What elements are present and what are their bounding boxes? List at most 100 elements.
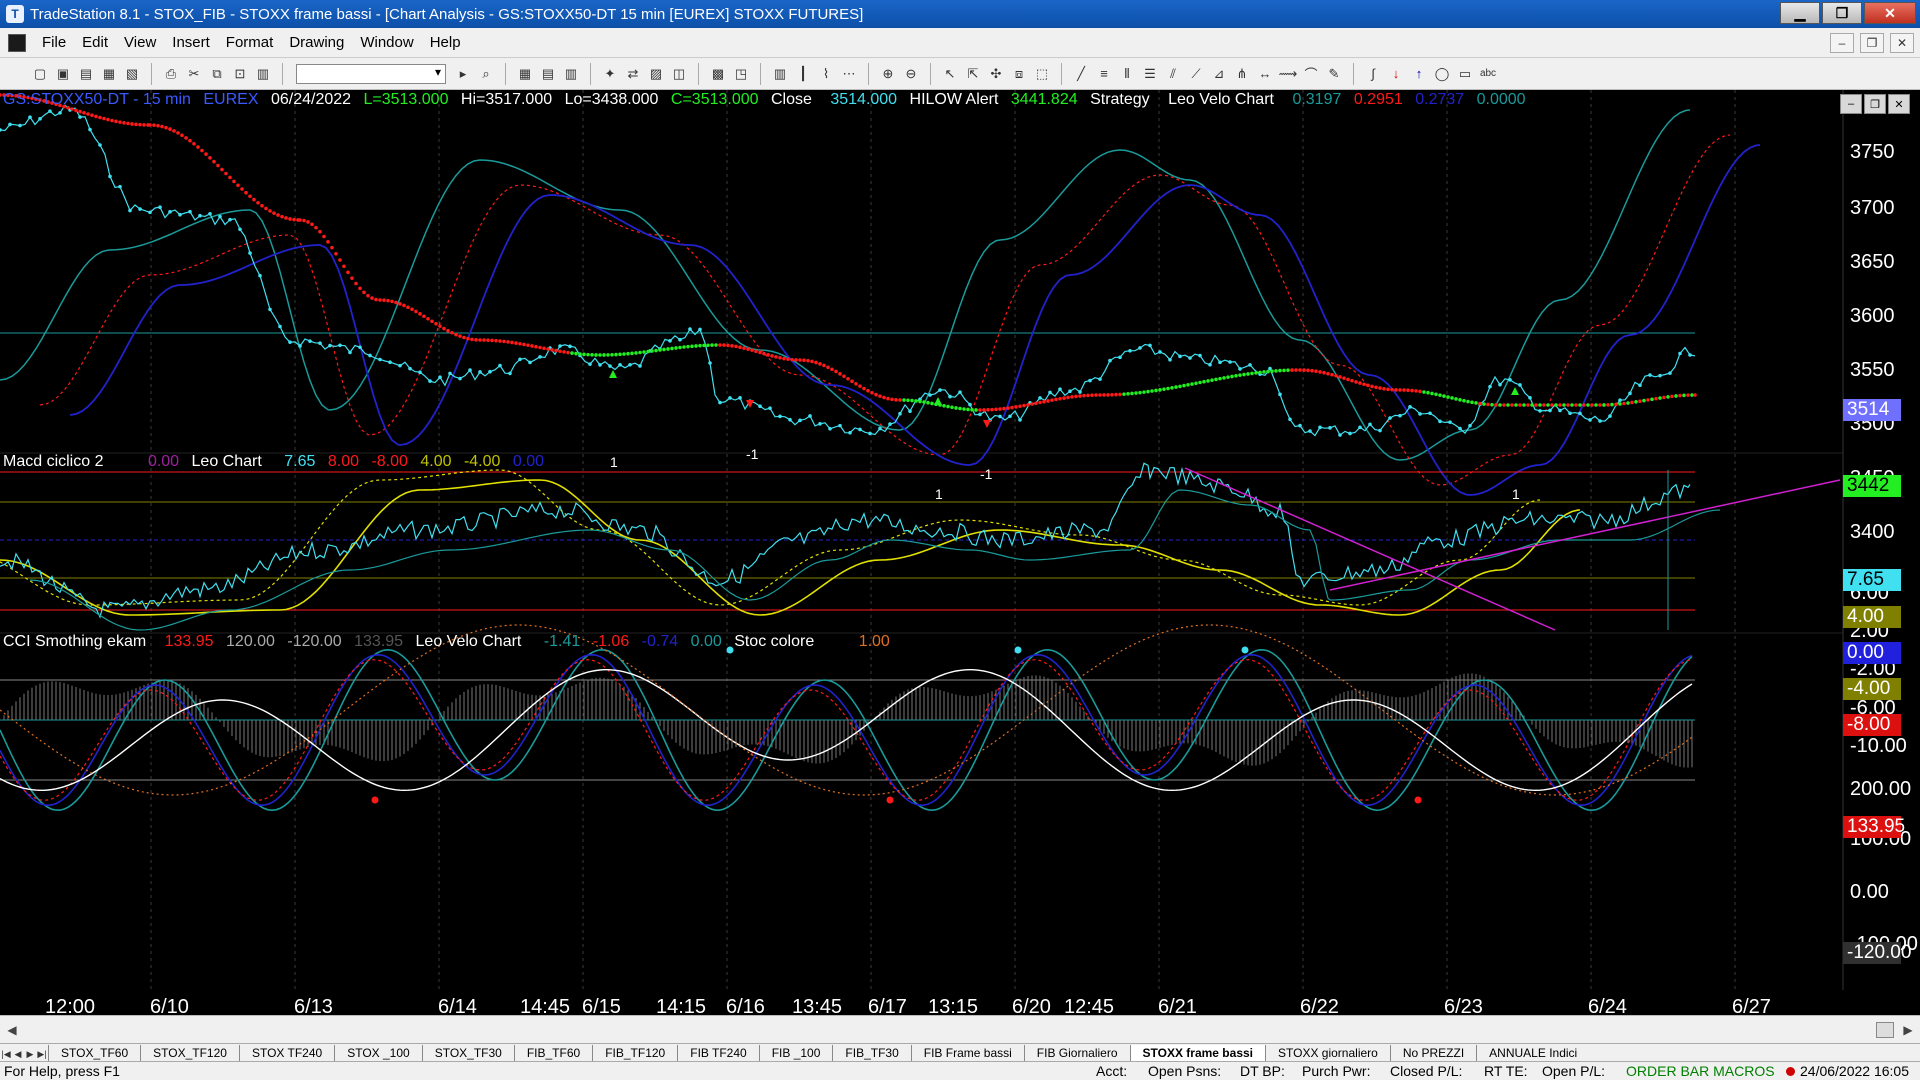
mdi-close-button[interactable]: ✕ bbox=[1890, 32, 1914, 53]
tab-prev-icon[interactable]: ◀ bbox=[12, 1047, 24, 1061]
tab-fib-tf120[interactable]: FIB_TF120 bbox=[592, 1045, 677, 1061]
chart-analysis-window[interactable]: GS:STOXX50-DT - 15 min EUREX 06/24/2022 … bbox=[0, 90, 1920, 1025]
speed-icon[interactable]: ⊿ bbox=[1209, 64, 1229, 84]
tab-stoxx-giornaliero[interactable]: STOXX giornaliero bbox=[1265, 1045, 1390, 1061]
indicator-icon[interactable]: ⧈ bbox=[1009, 64, 1029, 84]
select-icon[interactable]: ⇱ bbox=[963, 64, 983, 84]
channel-icon[interactable]: ⫽ bbox=[1163, 64, 1183, 84]
horizontal-scrollbar[interactable]: ◀ ▶ bbox=[0, 1015, 1920, 1043]
minimize-button[interactable]: ▁ bbox=[1780, 2, 1820, 24]
menu-window[interactable]: Window bbox=[352, 34, 421, 51]
pointer-icon[interactable]: ↖ bbox=[940, 64, 960, 84]
close-button[interactable]: ✕ bbox=[1864, 2, 1916, 24]
tab-fib-tf30[interactable]: FIB_TF30 bbox=[832, 1045, 910, 1061]
vlines-icon[interactable]: ⦀ bbox=[1117, 64, 1137, 84]
pen-icon[interactable]: ✎ bbox=[1324, 64, 1344, 84]
mdi-restore-button[interactable]: ❐ bbox=[1860, 32, 1884, 53]
chart-icon[interactable]: ▨ bbox=[646, 64, 666, 84]
menu-edit[interactable]: Edit bbox=[74, 34, 116, 51]
tab-first-icon[interactable]: |◀ bbox=[0, 1047, 12, 1061]
menu-view[interactable]: View bbox=[116, 34, 164, 51]
print-icon[interactable]: ⎙ bbox=[161, 64, 181, 84]
pitchfork-icon[interactable]: ⋔ bbox=[1232, 64, 1252, 84]
tab-stoxx-frame-bassi[interactable]: STOXX frame bassi bbox=[1129, 1045, 1265, 1061]
data-window-icon[interactable]: ▥ bbox=[561, 64, 581, 84]
save-all-icon[interactable]: ▤ bbox=[76, 64, 96, 84]
tab-annuale-indici[interactable]: ANNUALE Indici bbox=[1476, 1045, 1589, 1061]
chart-close-button[interactable]: ✕ bbox=[1888, 94, 1910, 114]
tab-fib-frame-bassi[interactable]: FIB Frame bassi bbox=[910, 1045, 1024, 1061]
chart-canvas[interactable] bbox=[0, 90, 1920, 1025]
ma-dot bbox=[330, 245, 334, 250]
zoom-in-icon[interactable]: ⊕ bbox=[878, 64, 898, 84]
arrow-down-icon[interactable]: ↓ bbox=[1386, 64, 1406, 84]
tab-fib-tf60[interactable]: FIB_TF60 bbox=[513, 1045, 592, 1061]
grid-icon[interactable]: ▤ bbox=[538, 64, 558, 84]
tab-fib-100[interactable]: FIB _100 bbox=[758, 1045, 833, 1061]
menu-drawing[interactable]: Drawing bbox=[281, 34, 352, 51]
chart-restore-button[interactable]: ❐ bbox=[1864, 94, 1886, 114]
trendline-down bbox=[1184, 467, 1556, 631]
chart-window-icon[interactable] bbox=[8, 33, 26, 52]
arrows-icon[interactable]: ⇄ bbox=[623, 64, 643, 84]
zoom-out-icon[interactable]: ⊖ bbox=[901, 64, 921, 84]
tab-next-icon[interactable]: ▶ bbox=[24, 1047, 36, 1061]
cut-icon[interactable]: ✂ bbox=[184, 64, 204, 84]
symbol-lookup-icon[interactable]: ⌕ bbox=[476, 64, 496, 84]
price-dot bbox=[248, 251, 252, 255]
tab-no-prezzi[interactable]: No PREZZI bbox=[1389, 1045, 1476, 1061]
restore-button[interactable]: ❐ bbox=[1822, 2, 1862, 24]
menu-file[interactable]: File bbox=[34, 34, 74, 51]
scan-icon[interactable]: ◫ bbox=[669, 64, 689, 84]
go-arrow-icon[interactable]: ▸ bbox=[453, 64, 473, 84]
horizontal-arrow-icon[interactable]: ↔ bbox=[1255, 64, 1275, 84]
scroll-grip[interactable] bbox=[1876, 1022, 1894, 1038]
point-icon[interactable]: ⋯ bbox=[839, 64, 859, 84]
line-chart-icon[interactable]: ⌇ bbox=[816, 64, 836, 84]
chart-minimize-button[interactable]: – bbox=[1840, 94, 1862, 114]
scroll-right-icon[interactable]: ▶ bbox=[1898, 1020, 1918, 1040]
menu-format[interactable]: Format bbox=[218, 34, 282, 51]
curve-icon[interactable]: ∫ bbox=[1363, 64, 1383, 84]
tab-stox-tf60[interactable]: STOX_TF60 bbox=[48, 1045, 140, 1061]
arc-icon[interactable]: ⌒ bbox=[1301, 64, 1321, 84]
ellipse-icon[interactable]: ◯ bbox=[1432, 64, 1452, 84]
order-icon[interactable]: ◳ bbox=[731, 64, 751, 84]
tab-stox-tf120[interactable]: STOX_TF120 bbox=[140, 1045, 239, 1061]
scroll-left-icon[interactable]: ◀ bbox=[2, 1020, 22, 1040]
chart-format-icon[interactable]: ▦ bbox=[515, 64, 535, 84]
arrow-up-icon[interactable]: ↑ bbox=[1409, 64, 1429, 84]
fib-icon[interactable]: ☰ bbox=[1140, 64, 1160, 84]
open-icon[interactable]: ▣ bbox=[53, 64, 73, 84]
trendline-icon[interactable]: ╱ bbox=[1071, 64, 1091, 84]
matrix-icon[interactable]: ▩ bbox=[708, 64, 728, 84]
new-icon[interactable]: ▢ bbox=[30, 64, 50, 84]
tab-stox-tf240[interactable]: STOX TF240 bbox=[238, 1045, 334, 1061]
print-preview-icon[interactable]: ▥ bbox=[253, 64, 273, 84]
study-icon[interactable]: ⬚ bbox=[1032, 64, 1052, 84]
regression-icon[interactable]: ⟿ bbox=[1278, 64, 1298, 84]
tab-last-icon[interactable]: ▶| bbox=[36, 1047, 48, 1061]
mdi-minimize-button[interactable]: – bbox=[1830, 32, 1854, 53]
save-workspace-icon[interactable]: ▧ bbox=[122, 64, 142, 84]
radar-icon[interactable]: ✦ bbox=[600, 64, 620, 84]
tab-stox-tf30[interactable]: STOX_TF30 bbox=[421, 1045, 514, 1061]
lock-icon[interactable]: ⊡ bbox=[230, 64, 250, 84]
tab-fib-giornaliero[interactable]: FIB Giornaliero bbox=[1023, 1045, 1130, 1061]
hlines-icon[interactable]: ≡ bbox=[1094, 64, 1114, 84]
tab-fib-tf240[interactable]: FIB TF240 bbox=[677, 1045, 758, 1061]
bar-chart-icon[interactable]: ▥ bbox=[770, 64, 790, 84]
menu-insert[interactable]: Insert bbox=[164, 34, 218, 51]
ma-dot bbox=[886, 396, 890, 401]
candle-icon[interactable]: ┃ bbox=[793, 64, 813, 84]
text-icon[interactable]: abc bbox=[1478, 64, 1498, 84]
copy-icon[interactable]: ⧉ bbox=[207, 64, 227, 84]
tools-icon[interactable]: ✣ bbox=[986, 64, 1006, 84]
save-icon[interactable]: ▦ bbox=[99, 64, 119, 84]
gann-icon[interactable]: ⟋ bbox=[1186, 64, 1206, 84]
menu-help[interactable]: Help bbox=[422, 34, 469, 51]
rectangle-icon[interactable]: ▭ bbox=[1455, 64, 1475, 84]
order-bar-macros[interactable]: ORDER BAR MACROS bbox=[1626, 1063, 1775, 1079]
symbol-select[interactable] bbox=[296, 63, 446, 84]
tab-stox-100[interactable]: STOX _100 bbox=[334, 1045, 421, 1061]
